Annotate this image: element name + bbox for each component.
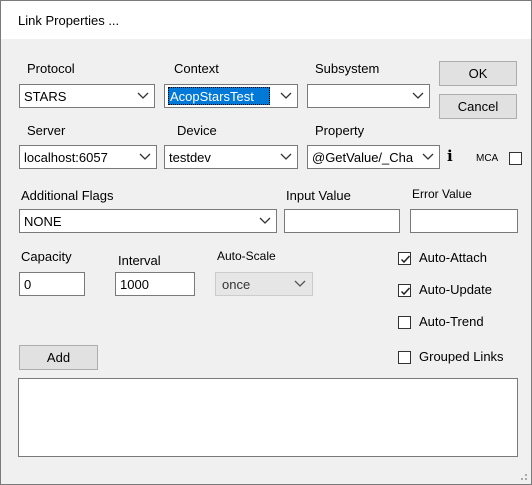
property-value: @GetValue/_Cha bbox=[312, 150, 414, 165]
auto-trend-label: Auto-Trend bbox=[419, 314, 484, 329]
additional-flags-select[interactable]: NONE bbox=[19, 209, 277, 233]
resize-grip-icon[interactable] bbox=[518, 471, 528, 481]
auto-trend-checkbox[interactable] bbox=[398, 316, 411, 329]
ok-button[interactable]: OK bbox=[439, 61, 517, 86]
title-bar: Link Properties ... bbox=[1, 1, 531, 39]
server-label: Server bbox=[27, 123, 66, 138]
link-properties-dialog: Link Properties ... Protocol Context Sub… bbox=[0, 0, 532, 485]
window-title: Link Properties ... bbox=[18, 13, 120, 28]
auto-scale-value: once bbox=[222, 277, 251, 292]
chevron-down-icon bbox=[294, 280, 306, 287]
chevron-down-icon bbox=[259, 217, 271, 224]
mca-checkbox[interactable] bbox=[509, 152, 522, 165]
chevron-down-icon bbox=[139, 153, 151, 160]
context-label: Context bbox=[174, 61, 219, 76]
chevron-down-icon bbox=[422, 153, 434, 160]
interval-value: 1000 bbox=[120, 277, 149, 292]
auto-attach-label: Auto-Attach bbox=[419, 250, 487, 265]
device-select[interactable]: testdev bbox=[164, 145, 298, 169]
device-label: Device bbox=[177, 123, 217, 138]
interval-field[interactable]: 1000 bbox=[115, 272, 195, 296]
cancel-button[interactable]: Cancel bbox=[439, 94, 517, 119]
property-select[interactable]: @GetValue/_Cha bbox=[307, 145, 440, 169]
property-label: Property bbox=[315, 123, 365, 138]
additional-flags-label: Additional Flags bbox=[21, 188, 114, 203]
info-icon[interactable]: i bbox=[447, 147, 453, 165]
chevron-down-icon bbox=[137, 92, 149, 99]
error-value-label: Error Value bbox=[412, 187, 472, 201]
checkmark-icon bbox=[400, 255, 411, 264]
links-text-area[interactable] bbox=[18, 378, 518, 457]
auto-attach-checkbox[interactable] bbox=[398, 252, 411, 265]
input-value-field[interactable] bbox=[284, 209, 400, 233]
additional-flags-value: NONE bbox=[24, 214, 62, 229]
auto-scale-label: Auto-Scale bbox=[217, 249, 276, 263]
context-value: AcopStarsTest bbox=[170, 89, 254, 104]
protocol-value: STARS bbox=[24, 89, 67, 104]
auto-update-checkbox[interactable] bbox=[398, 284, 411, 297]
error-value-field[interactable] bbox=[410, 209, 518, 233]
checkmark-icon bbox=[400, 287, 411, 296]
auto-update-label: Auto-Update bbox=[419, 282, 492, 297]
protocol-label: Protocol bbox=[27, 61, 75, 76]
server-select[interactable]: localhost:6057 bbox=[19, 145, 157, 169]
mca-label: MCA bbox=[476, 153, 499, 164]
device-value: testdev bbox=[169, 150, 211, 165]
grouped-links-checkbox[interactable] bbox=[398, 351, 411, 364]
chevron-down-icon bbox=[412, 92, 424, 99]
subsystem-select[interactable] bbox=[307, 84, 430, 108]
context-select[interactable]: AcopStarsTest bbox=[164, 84, 298, 108]
capacity-label: Capacity bbox=[21, 249, 72, 264]
input-value-label: Input Value bbox=[286, 188, 351, 203]
subsystem-label: Subsystem bbox=[315, 61, 380, 76]
server-value: localhost:6057 bbox=[24, 150, 108, 165]
grouped-links-label: Grouped Links bbox=[419, 349, 504, 364]
capacity-value: 0 bbox=[24, 277, 32, 292]
protocol-select[interactable]: STARS bbox=[19, 84, 155, 108]
capacity-field[interactable]: 0 bbox=[19, 272, 85, 296]
chevron-down-icon bbox=[280, 153, 292, 160]
interval-label: Interval bbox=[118, 253, 161, 268]
add-button[interactable]: Add bbox=[19, 345, 98, 370]
chevron-down-icon bbox=[280, 92, 292, 99]
auto-scale-select[interactable]: once bbox=[215, 272, 313, 296]
